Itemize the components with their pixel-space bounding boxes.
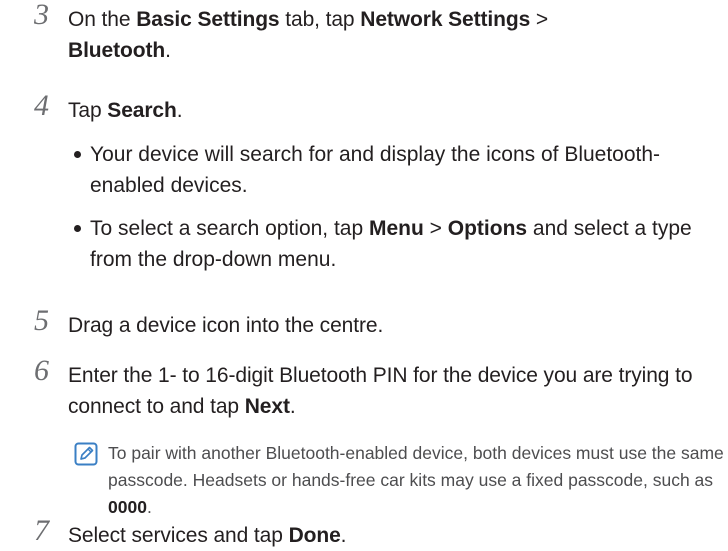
step-number: 3 xyxy=(34,0,49,31)
step-text: Tap Search. xyxy=(68,95,728,126)
step-text: Enter the 1- to 16-digit Bluetooth PIN f… xyxy=(68,360,728,422)
note-pencil-icon xyxy=(74,442,98,466)
bullet-list: Your device will search for and display … xyxy=(72,139,728,287)
bullet-text: Your device will search for and display … xyxy=(90,143,661,197)
ui-term-next: Next xyxy=(244,395,290,418)
ui-term-search: Search xyxy=(107,99,177,122)
text-run: tab, tap xyxy=(279,8,361,31)
text-run: Tap xyxy=(68,99,108,122)
step-number: 4 xyxy=(34,89,49,122)
passcode-value: 0000 xyxy=(108,497,147,517)
text-run: On the xyxy=(68,8,137,31)
text-run: . xyxy=(165,39,171,62)
bullet-icon xyxy=(74,225,81,232)
text-run: . xyxy=(340,524,347,547)
text-run: . xyxy=(289,395,296,418)
text-run: > xyxy=(423,217,448,240)
step-text: Drag a device icon into the centre. xyxy=(68,314,384,337)
ui-term-menu: Menu xyxy=(369,217,424,240)
step-number: 6 xyxy=(34,354,49,387)
text-run: Enter the 1- to 16-digit Bluetooth PIN f… xyxy=(68,364,693,418)
ui-term-options: Options xyxy=(447,217,528,240)
text-run: . xyxy=(176,99,183,122)
ui-term-bluetooth: Bluetooth xyxy=(68,39,166,62)
ui-term-done: Done xyxy=(288,524,341,547)
bullet-icon xyxy=(74,151,81,158)
text-run: . xyxy=(146,497,152,517)
ui-term-basic-settings: Basic Settings xyxy=(136,8,280,31)
step-text: Select services and tap Done. xyxy=(68,520,728,551)
bullet-item: To select a search option, tap Menu > Op… xyxy=(72,213,728,275)
step-text: On the Basic Settings tab, tap Network S… xyxy=(68,4,728,66)
text-run: Select services and tap xyxy=(68,524,289,547)
text-run: > xyxy=(530,8,549,31)
note-text: To pair with another Bluetooth-enabled d… xyxy=(108,440,728,521)
bullet-item: Your device will search for and display … xyxy=(72,139,728,201)
step-number: 7 xyxy=(34,514,49,547)
ui-term-network-settings: Network Settings xyxy=(360,8,531,31)
step-number: 5 xyxy=(34,304,49,337)
text-run: To select a search option, tap xyxy=(90,217,369,240)
text-run: To pair with another Bluetooth-enabled d… xyxy=(108,443,724,490)
